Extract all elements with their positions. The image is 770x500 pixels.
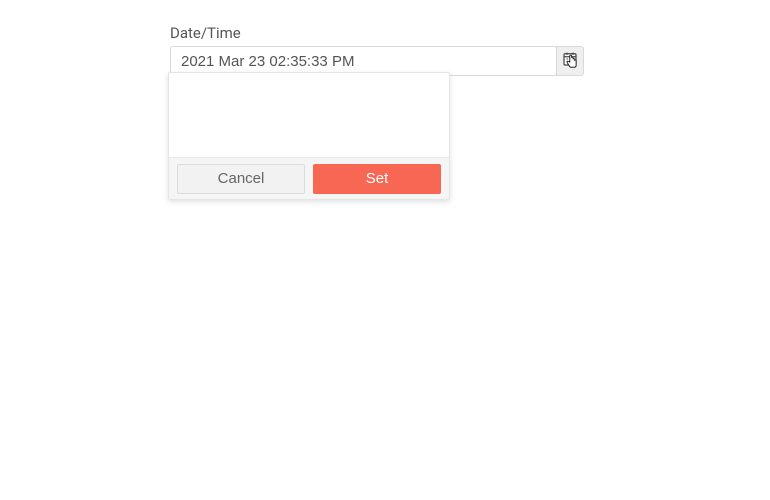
popup-footer: Cancel Set <box>169 157 449 199</box>
pointer-cursor-icon <box>559 47 581 75</box>
datetime-picker-popup: Cancel Set <box>168 72 450 200</box>
datetime-picker-button[interactable] <box>556 46 584 76</box>
datetime-field-label: Date/Time <box>170 24 584 42</box>
cancel-button[interactable]: Cancel <box>177 164 305 194</box>
set-button[interactable]: Set <box>313 164 441 194</box>
